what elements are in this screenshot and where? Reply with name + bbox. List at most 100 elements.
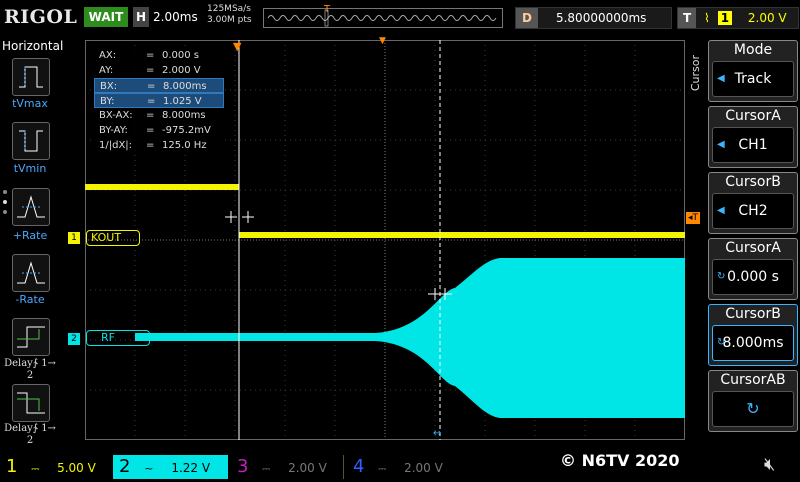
left-arrow-icon: ◀ — [717, 139, 725, 150]
ch3-scale: 2.00 V — [288, 461, 327, 475]
cursor-a-source-value: ◀ CH1 — [712, 127, 794, 163]
equals-sign: = — [147, 96, 156, 107]
tvmax-button[interactable] — [12, 58, 50, 96]
measurement-value: 125.0 Hz — [162, 140, 207, 151]
ch3-status[interactable]: 3 ⎓ 2.00 V — [231, 455, 344, 479]
mode-menu-button[interactable]: Mode ◀ Track — [708, 40, 798, 102]
trigger-source-channel: 1 — [717, 11, 733, 25]
trigger-key-label: T — [678, 8, 697, 28]
delay-fall-icon — [17, 392, 45, 414]
trigger-level-marker-icon[interactable]: ◂T — [686, 212, 700, 224]
tvmin-button[interactable] — [12, 122, 50, 160]
minus-rate-label: -Rate — [15, 293, 45, 306]
cursor-b-source-value: ◀ CH2 — [712, 193, 794, 229]
cursor-b-source-title: CursorB — [725, 174, 781, 190]
cursor-b-position-value: ↻ 8.000ms — [712, 325, 794, 361]
cursor-a-source-title: CursorA — [725, 108, 781, 124]
measurement-value: 2.000 V — [162, 65, 201, 76]
equals-sign: = — [146, 65, 155, 76]
measurement-label: AX: — [99, 50, 117, 61]
measurement-label: AY: — [99, 65, 114, 76]
measurement-row: BX-AX: = 8.000ms — [94, 108, 224, 123]
measurement-label: BX: — [100, 81, 118, 92]
menu-side-label: Cursor — [689, 55, 702, 92]
panel-page-dots[interactable] — [1, 186, 9, 226]
cursor-a-source-button[interactable]: CursorA ◀ CH1 — [708, 106, 798, 168]
plus-rate-button[interactable] — [12, 188, 50, 226]
tvmax-label: tVmax — [12, 97, 48, 110]
measurement-value: 8.000ms — [162, 110, 206, 121]
ch1-ground-marker-icon[interactable]: 1 — [68, 232, 80, 244]
equals-sign: = — [147, 81, 156, 92]
dc-coupling-icon: ⎓ — [31, 464, 40, 475]
cursor-b-source-button[interactable]: CursorB ◀ CH2 — [708, 172, 798, 234]
measurement-label: BY-AY: — [99, 125, 128, 136]
delay-rise-button[interactable] — [12, 318, 50, 356]
ac-coupling-icon: ~ — [144, 462, 154, 475]
plus-rate-icon — [17, 195, 45, 218]
ch1-status[interactable]: 1 ⎓ 5.00 V — [0, 455, 112, 479]
measurement-row: AY: = 2.000 V — [94, 63, 224, 78]
delay-key-label: D — [516, 8, 538, 28]
falling-edge-icon: ⌇ — [704, 11, 710, 25]
measurement-row: 1/|dX|: = 125.0 Hz — [94, 138, 224, 153]
measurement-label: BY: — [100, 96, 115, 107]
equals-sign: = — [146, 125, 155, 136]
tvmax-icon — [19, 66, 43, 88]
plus-rate-label: +Rate — [12, 229, 48, 242]
measurement-value: 0.000 s — [162, 50, 200, 61]
memory-overview[interactable]: T — [263, 4, 503, 28]
mode-title: Mode — [733, 42, 773, 58]
horizontal-key-label: H — [133, 7, 150, 27]
cursor-a-position-button[interactable]: CursorA ↻ 0.000 s — [708, 238, 798, 300]
equals-sign: = — [146, 110, 155, 121]
ch1-number: 1 — [6, 456, 18, 477]
speaker-mute-icon[interactable]: 🔇︎ — [764, 454, 775, 475]
memory-waveform-preview — [267, 9, 497, 27]
delay-center-marker-icon: ▼ — [379, 36, 386, 46]
measurement-row: BY: = 1.025 V — [94, 93, 224, 108]
rotate-knob-icon: ↻ — [717, 337, 726, 348]
delay-fall-label: Delay∱ 1→ 2 — [4, 423, 56, 446]
run-status-badge[interactable]: WAIT — [84, 7, 128, 27]
mode-value: ◀ Track — [712, 61, 794, 97]
cursor-a-position-title: CursorA — [725, 240, 781, 256]
ch2-status[interactable]: 2 ~ 1.22 V — [113, 455, 228, 479]
cursor-ab-button[interactable]: CursorAB ↻ — [708, 370, 798, 432]
timebase-value: 2.00ms — [153, 10, 198, 24]
cursor-a-position-value: ↻ 0.000 s — [712, 259, 794, 295]
horizontal-timebase[interactable]: H 2.00ms — [133, 7, 203, 27]
delay-readout[interactable]: D 5.80000000ms — [515, 7, 672, 29]
ch1-label-tag[interactable]: KOUT — [86, 230, 140, 246]
delay-fall-button[interactable] — [12, 384, 50, 422]
minus-rate-icon — [17, 261, 45, 284]
rotate-knob-icon: ↻ — [717, 271, 726, 282]
delay-rise-label: Delay∱ 1→ 2 — [4, 358, 56, 381]
ch4-scale: 2.00 V — [404, 461, 443, 475]
cursor-b-position-button[interactable]: CursorB ↻ 8.000ms — [708, 304, 798, 366]
ch2-rf-waveform — [135, 258, 685, 418]
ch1-kout-waveform-high — [85, 184, 239, 190]
ch1-kout-waveform-low — [239, 232, 685, 238]
sample-rate: 125MSa/s — [207, 4, 251, 14]
ch1-scale: 5.00 V — [57, 461, 96, 475]
trigger-time-marker-icon: ▼ — [233, 40, 242, 53]
ch2-ground-marker-icon[interactable]: 2 — [68, 333, 80, 345]
cursor-measurement-panel: AX: = 0.000 s AY: = 2.000 V BX: = 8.000ms BY: = 1.0… — [94, 48, 224, 154]
ch3-number: 3 — [237, 456, 249, 477]
ch2-scale: 1.22 V — [171, 461, 211, 475]
page-dots-icon — [3, 190, 7, 214]
rigol-logo: RIGOL — [4, 6, 78, 28]
measurement-value: 8.000ms — [163, 81, 207, 92]
dc-coupling-icon: ⎓ — [378, 464, 387, 475]
equals-sign: = — [146, 140, 155, 151]
left-arrow-icon: ◀ — [717, 205, 725, 216]
acquisition-info: 125MSa/s 3.00M pts — [207, 4, 252, 26]
dc-coupling-icon: ⎓ — [262, 464, 271, 475]
trigger-readout[interactable]: T ⌇ 1 2.00 V — [677, 7, 799, 29]
ch4-status[interactable]: 4 ⎓ 2.00 V — [347, 455, 459, 479]
ch2-label-tag[interactable]: RF — [86, 330, 150, 346]
minus-rate-button[interactable] — [12, 254, 50, 292]
cursor-b-position-title: CursorB — [725, 306, 781, 322]
delay-rise-icon — [17, 326, 45, 348]
